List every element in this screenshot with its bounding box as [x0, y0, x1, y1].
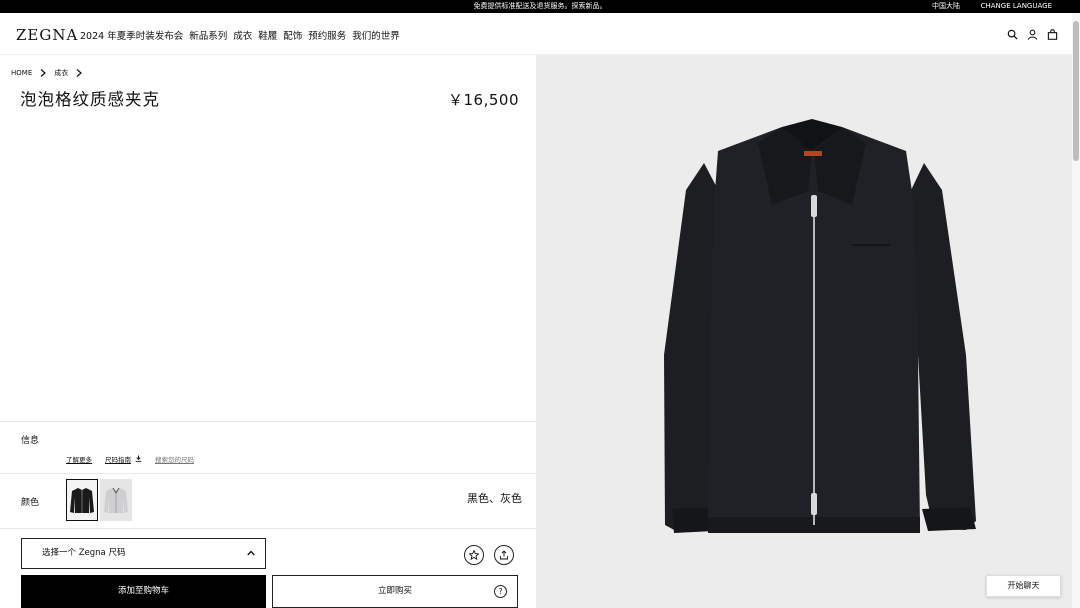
top-promo-bar: 免费提供标准配送及退货服务。探索新品。 中国大陆 CHANGE LANGUAGE [0, 0, 1080, 13]
chevron-right-icon [40, 69, 47, 77]
bag-icon[interactable] [1047, 29, 1058, 40]
size-guide-link[interactable]: 尺码指南 [105, 454, 142, 464]
info-section: 信息 了解更多 尺码指南 搜索您的尺码 [0, 421, 536, 474]
breadcrumb: HOME 成衣 [11, 68, 83, 78]
start-chat-button[interactable]: 开始聊天 [986, 575, 1061, 597]
size-guide-label: 尺码指南 [105, 456, 131, 464]
nav-item-our-world[interactable]: 我们的世界 [352, 28, 400, 42]
color-section: 颜色 黑色、灰色 [0, 474, 536, 529]
color-swatch-grey[interactable] [100, 479, 132, 521]
download-icon [135, 455, 142, 462]
breadcrumb-home[interactable]: HOME [11, 69, 32, 77]
jacket-thumbnail-grey [104, 487, 128, 513]
product-image-jacket [664, 119, 976, 533]
share-button[interactable] [494, 545, 514, 565]
product-image-panel[interactable] [536, 55, 1072, 608]
chevron-right-icon [76, 69, 83, 77]
color-label: 颜色 [21, 498, 40, 508]
learn-more-link[interactable]: 了解更多 [66, 454, 92, 464]
search-icon[interactable] [1007, 29, 1018, 40]
user-icon[interactable] [1027, 29, 1038, 40]
nav-item-ready-to-wear[interactable]: 成衣 [233, 28, 252, 42]
info-links: 了解更多 尺码指南 搜索您的尺码 [66, 454, 194, 464]
nav-icons [1007, 29, 1058, 40]
breadcrumb-ready-to-wear[interactable]: 成衣 [54, 68, 68, 78]
nav-item-summer-show[interactable]: 2024 年夏季时装发布会 [80, 28, 183, 42]
page-scrollbar[interactable] [1072, 13, 1080, 608]
nav-item-accessories[interactable]: 配饰 [283, 28, 302, 42]
scrollbar-thumb[interactable] [1073, 21, 1079, 161]
help-icon[interactable]: ? [494, 585, 507, 598]
buy-now-label: 立即购买 [377, 586, 412, 596]
product-title: 泡泡格纹质感夹克 [20, 90, 160, 109]
find-your-size-link[interactable]: 搜索您的尺码 [155, 454, 194, 464]
star-icon [469, 550, 479, 560]
main-nav: ZEGNA 2024 年夏季时装发布会 新品系列 成衣 鞋履 配饰 预约服务 我… [0, 13, 1080, 55]
size-select[interactable]: 选择一个 Zegna 尺码 [21, 538, 266, 569]
info-label: 信息 [21, 436, 40, 446]
product-price: ￥16,500 [448, 91, 519, 109]
change-language-link[interactable]: CHANGE LANGUAGE [981, 0, 1052, 13]
chevron-up-icon [247, 550, 255, 556]
nav-menu: 2024 年夏季时装发布会 新品系列 成衣 鞋履 配饰 预约服务 我们的世界 [80, 28, 400, 42]
jacket-thumbnail-black [70, 488, 94, 513]
buy-now-button[interactable]: 立即购买 ? [272, 575, 518, 608]
add-to-cart-button[interactable]: 添加至购物车 [21, 575, 266, 608]
color-swatch-black[interactable] [66, 479, 98, 521]
nav-item-new-arrivals[interactable]: 新品系列 [189, 28, 227, 42]
nav-item-shoes[interactable]: 鞋履 [258, 28, 277, 42]
nav-item-appointments[interactable]: 预约服务 [308, 28, 346, 42]
selected-color-names: 黑色、灰色 [467, 492, 522, 505]
region-selector[interactable]: 中国大陆 [932, 0, 960, 13]
share-icon [500, 550, 508, 560]
brand-logo[interactable]: ZEGNA [16, 26, 78, 44]
wishlist-button[interactable] [464, 545, 484, 565]
size-select-placeholder: 选择一个 Zegna 尺码 [42, 548, 126, 558]
promo-text[interactable]: 免费提供标准配送及退货服务。探索新品。 [0, 0, 1080, 13]
